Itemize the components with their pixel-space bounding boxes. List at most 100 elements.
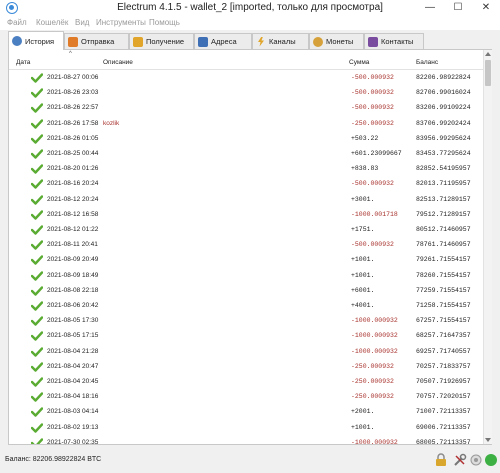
table-row[interactable]: 2021-08-12 01:22 +1751. 80512.71460957 bbox=[9, 222, 483, 237]
table-row[interactable]: 2021-08-05 17:15 -1000.000932 68257.716473… bbox=[9, 328, 483, 343]
tab-history[interactable]: История bbox=[8, 31, 64, 50]
column-description[interactable]: Описание bbox=[103, 59, 133, 66]
column-amount[interactable]: Сумма bbox=[349, 59, 369, 66]
table-row[interactable]: 2021-08-25 00:44 +601.23099667 83453.77295… bbox=[9, 146, 483, 161]
confirmed-check-icon bbox=[31, 149, 43, 159]
confirmed-check-icon bbox=[31, 438, 43, 444]
tx-balance: 83453.77295624 bbox=[416, 150, 471, 157]
tab-receive[interactable]: Получение bbox=[129, 33, 194, 49]
tab-channels[interactable]: Каналы bbox=[252, 33, 309, 49]
title-bar: Electrum 4.1.5 - wallet_2 [imported, тол… bbox=[0, 0, 500, 16]
tab-send[interactable]: Отправка bbox=[64, 33, 129, 49]
table-row[interactable]: 2021-08-12 16:58 -1000.001718 79512.712891… bbox=[9, 207, 483, 222]
receive-arrow-icon bbox=[133, 36, 143, 47]
tx-balance: 67257.71554157 bbox=[416, 317, 471, 325]
confirmed-check-icon bbox=[31, 225, 43, 235]
scroll-up-arrow-icon[interactable] bbox=[485, 52, 491, 56]
table-row[interactable]: 2021-08-05 17:30 -1000.000932 67257.715541… bbox=[9, 313, 483, 328]
tx-amount: +1001. bbox=[351, 271, 375, 279]
tx-date: 2021-08-25 00:44 bbox=[47, 150, 99, 157]
column-date[interactable]: Дата bbox=[16, 59, 30, 66]
table-row[interactable]: 2021-08-02 19:13 +1001. 69006.72113357 bbox=[9, 420, 483, 435]
confirmed-check-icon bbox=[31, 270, 43, 281]
vertical-scrollbar[interactable] bbox=[483, 50, 492, 444]
table-header: ^ Дата Описание Сумма Баланс bbox=[9, 50, 483, 70]
confirmed-check-icon bbox=[31, 346, 43, 357]
tab-addresses[interactable]: Адреса bbox=[194, 33, 252, 49]
tx-date: 2021-08-04 18:16 bbox=[47, 393, 99, 401]
confirmed-check-icon bbox=[31, 392, 43, 402]
tx-balance: 68005.72113357 bbox=[416, 438, 471, 444]
tx-date: 2021-08-09 18:49 bbox=[47, 271, 99, 279]
confirmed-check-icon bbox=[31, 331, 43, 342]
tx-amount: -500.000932 bbox=[351, 104, 394, 112]
tx-amount: +3001. bbox=[351, 195, 375, 203]
tab-bar: История Отправка Получение Адреса Каналы… bbox=[8, 31, 496, 50]
confirmed-check-icon bbox=[31, 240, 43, 250]
menu-tools[interactable]: Инструменты bbox=[96, 18, 146, 27]
tx-balance: 70257.71833757 bbox=[416, 362, 471, 370]
confirmed-check-icon bbox=[31, 286, 43, 296]
table-row[interactable]: 2021-08-08 22:18 +6001. 77259.71554157 bbox=[9, 283, 483, 298]
scroll-thumb[interactable] bbox=[485, 60, 491, 86]
tools-icon[interactable] bbox=[453, 453, 467, 467]
table-row[interactable]: 2021-08-11 20:41 -500.000932 78761.7146095… bbox=[9, 237, 483, 252]
table-row[interactable]: 2021-07-30 02:35 -1000.000932 68005.721133… bbox=[9, 435, 483, 444]
seed-icon[interactable] bbox=[469, 453, 483, 467]
clock-icon bbox=[12, 36, 22, 46]
scroll-down-arrow-icon[interactable] bbox=[485, 438, 491, 442]
menu-help[interactable]: Помощь bbox=[149, 18, 180, 27]
minimize-button[interactable]: — bbox=[416, 0, 444, 16]
addresses-icon bbox=[198, 36, 208, 47]
tx-date: 2021-08-16 20:24 bbox=[47, 180, 99, 188]
lock-icon[interactable] bbox=[434, 453, 448, 467]
tx-amount: -1000.000932 bbox=[351, 347, 398, 355]
confirmed-check-icon bbox=[31, 210, 43, 220]
tx-balance: 83706.99202424 bbox=[416, 119, 471, 127]
tx-description: kozlik bbox=[103, 119, 120, 127]
maximize-button[interactable]: ☐ bbox=[444, 0, 472, 16]
table-row[interactable]: 2021-08-26 22:57 -500.000932 83206.9910922… bbox=[9, 100, 483, 115]
tx-amount: -500.000932 bbox=[351, 89, 394, 97]
tx-balance: 78260.71554157 bbox=[416, 271, 471, 279]
table-row[interactable]: 2021-08-26 17:58 kozlik -250.000932 83706.9… bbox=[9, 116, 483, 131]
tx-amount: +2001. bbox=[351, 408, 375, 416]
table-row[interactable]: 2021-08-03 04:14 +2001. 71007.72113357 bbox=[9, 404, 483, 419]
table-row[interactable]: 2021-08-04 20:45 -250.000932 70507.7192695… bbox=[9, 374, 483, 389]
menu-file[interactable]: Файл bbox=[7, 18, 27, 27]
tx-balance: 71258.71554157 bbox=[416, 302, 471, 309]
coins-icon bbox=[313, 36, 323, 47]
tx-amount: +503.22 bbox=[351, 134, 379, 142]
tab-contacts[interactable]: Контакты bbox=[364, 33, 424, 49]
tab-coins[interactable]: Монеты bbox=[309, 33, 364, 49]
network-status-icon[interactable] bbox=[484, 453, 498, 467]
table-row[interactable]: 2021-08-27 00:06 -500.000932 82206.9892282… bbox=[9, 70, 483, 85]
confirmed-check-icon bbox=[31, 407, 43, 418]
table-row[interactable]: 2021-08-26 23:03 -500.000932 82706.9901602… bbox=[9, 85, 483, 100]
tx-balance: 69006.72113357 bbox=[416, 423, 471, 431]
table-row[interactable]: 2021-08-09 18:49 +1001. 78260.71554157 bbox=[9, 268, 483, 283]
close-button[interactable]: ✕ bbox=[472, 0, 500, 16]
table-row[interactable]: 2021-08-26 01:05 +503.22 83956.99295624 bbox=[9, 131, 483, 146]
table-row[interactable]: 2021-08-04 18:16 -250.000932 70757.7202015… bbox=[9, 389, 483, 404]
table-row[interactable]: 2021-08-04 20:47 -250.000932 70257.7183375… bbox=[9, 359, 483, 374]
table-row[interactable]: 2021-08-04 21:28 -1000.000932 69257.717405… bbox=[9, 344, 483, 359]
table-row[interactable]: 2021-08-06 20:42 +4001. 71258.71554157 bbox=[9, 298, 483, 313]
confirmed-check-icon bbox=[31, 88, 43, 98]
menu-wallet[interactable]: Кошелёк bbox=[36, 18, 68, 27]
menu-view[interactable]: Вид bbox=[75, 18, 89, 27]
tx-amount: +838.83 bbox=[351, 165, 379, 173]
tx-amount: +4001. bbox=[351, 302, 375, 309]
table-row[interactable]: 2021-08-12 20:24 +3001. 82513.71289157 bbox=[9, 192, 483, 207]
table-row[interactable]: 2021-08-09 20:49 +1001. 79261.71554157 bbox=[9, 252, 483, 267]
tx-amount: -500.000932 bbox=[351, 241, 394, 249]
tx-amount: -1000.001718 bbox=[351, 210, 398, 218]
column-balance[interactable]: Баланс bbox=[416, 59, 438, 66]
table-row[interactable]: 2021-08-20 01:26 +838.83 82852.54195957 bbox=[9, 161, 483, 176]
tx-amount: -250.000932 bbox=[351, 378, 394, 385]
tx-date: 2021-07-30 02:35 bbox=[47, 438, 99, 444]
confirmed-check-icon bbox=[31, 179, 43, 190]
table-row[interactable]: 2021-08-16 20:24 -500.000932 82013.7119595… bbox=[9, 176, 483, 191]
tx-amount: +1001. bbox=[351, 423, 375, 431]
tx-date: 2021-08-27 00:06 bbox=[47, 74, 99, 81]
